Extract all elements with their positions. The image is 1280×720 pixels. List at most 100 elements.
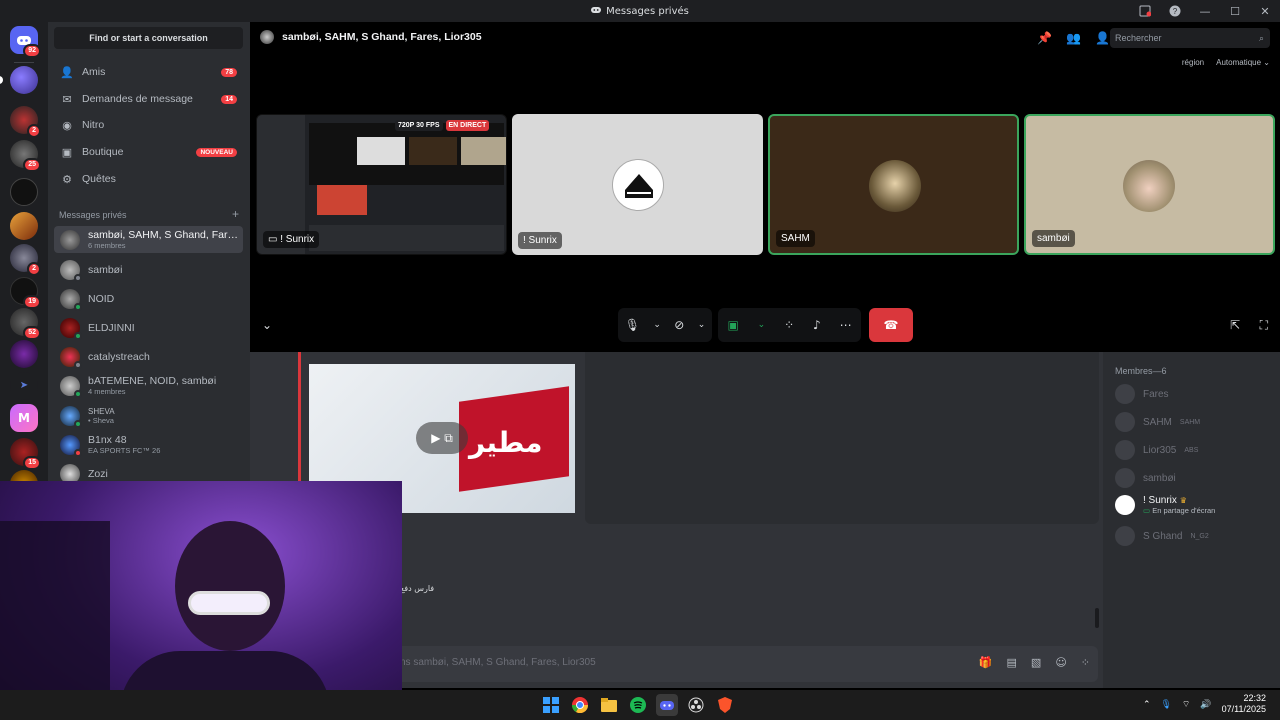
server-icon[interactable]: 15 — [10, 438, 41, 470]
minimize-button[interactable]: — — [1190, 0, 1220, 22]
nav-nitro[interactable]: ◉ Nitro — [54, 113, 243, 137]
member-item[interactable]: S Ghand N_G2 — [1115, 526, 1209, 546]
windows-start-icon[interactable] — [540, 694, 562, 716]
pin-icon[interactable]: 📌 — [1037, 31, 1052, 45]
server-icon[interactable]: 2 — [10, 244, 41, 276]
nav-message-requests[interactable]: ✉ Demandes de message 14 — [54, 87, 243, 111]
dm-item[interactable]: bATEMENE, NOID, sambøi 4 membres — [54, 372, 243, 399]
server-icon[interactable] — [10, 212, 38, 240]
clock[interactable]: 22:32 07/11/2025 — [1222, 693, 1266, 715]
pop-out-icon[interactable]: ⇱ — [1230, 318, 1240, 332]
add-friends-icon[interactable]: 👥 — [1066, 31, 1081, 45]
more-options-icon[interactable]: ⋯ — [840, 318, 852, 332]
chevron-up-icon[interactable]: ⌃ — [1143, 699, 1151, 710]
member-item[interactable]: ! Sunrix ♛ ▭ En partage d'écran — [1115, 495, 1215, 515]
server-icon[interactable]: 2 — [10, 106, 41, 138]
home-button[interactable]: 92 — [10, 26, 41, 58]
member-item[interactable]: Lior305 ABS — [1115, 440, 1198, 460]
nav-quests[interactable]: ⚙ Quêtes — [54, 167, 243, 191]
hang-up-button[interactable]: ☎ — [869, 308, 913, 342]
dm-item[interactable]: B1nx 48 EA SPORTS FC™ 26 — [54, 431, 243, 458]
phone-hangup-icon: ☎ — [883, 318, 899, 332]
nav-friends[interactable]: 👤 Amis 78 — [54, 60, 243, 84]
volume-icon[interactable]: 🔊 — [1200, 699, 1211, 710]
obs-icon[interactable] — [685, 694, 707, 716]
member-item[interactable]: Fares — [1115, 384, 1169, 404]
avatar — [60, 375, 82, 398]
server-icon[interactable]: 25 — [10, 140, 41, 172]
help-icon[interactable]: ? — [1160, 0, 1190, 22]
chrome-icon[interactable] — [569, 694, 591, 716]
create-dm-button[interactable]: + — [232, 208, 239, 220]
activity-controls: ▣ ⌄ ⁘ ♪ ⋯ — [718, 308, 861, 342]
search-input[interactable]: Rechercher ⌕ — [1110, 28, 1270, 48]
participant-tile[interactable]: sambøi — [1024, 114, 1275, 255]
chevron-down-icon[interactable]: ⌄ — [653, 320, 661, 330]
dm-item[interactable]: sambøi, SAHM, S Ghand, Fare... 6 membres — [54, 226, 243, 253]
wifi-icon[interactable]: ⌔ — [1182, 699, 1190, 710]
avatar — [60, 288, 82, 311]
server-icon[interactable] — [0, 66, 38, 94]
server-icon[interactable]: M — [10, 404, 38, 432]
find-conversation-button[interactable]: Find or start a conversation — [54, 27, 243, 49]
region-selector[interactable]: région Automatique ⌄ — [1182, 58, 1270, 67]
emoji-icon[interactable]: ☺ — [1055, 656, 1066, 669]
chevron-down-icon[interactable]: ⌄ — [758, 320, 766, 330]
dm-item[interactable]: SHEVA • Sheva — [54, 402, 243, 429]
fullscreen-icon[interactable]: ⛶ — [1260, 318, 1268, 333]
microphone-tray-icon[interactable]: 🎙 — [1160, 699, 1171, 710]
member-tag: ABS — [1184, 446, 1199, 454]
avatar — [1115, 384, 1135, 404]
play-button[interactable]: ▶ ⧉ — [416, 422, 468, 454]
gift-icon[interactable]: 🎁 — [979, 656, 993, 669]
collapse-chevron-icon[interactable]: ⌄ — [262, 318, 272, 332]
inbox-icon[interactable] — [1130, 0, 1160, 22]
call-header: sambøi, SAHM, S Ghand, Fares, Lior305 — [260, 30, 482, 44]
file-explorer-icon[interactable] — [598, 694, 620, 716]
member-tag: SAHM — [1179, 418, 1201, 426]
dm-section-header: Messages privés + — [59, 208, 239, 220]
server-icon[interactable] — [10, 340, 38, 368]
member-item[interactable]: sambøi — [1115, 468, 1176, 488]
dm-sub: • Sheva — [88, 415, 114, 425]
avatar — [60, 229, 80, 250]
server-icon[interactable]: 52 — [10, 308, 41, 340]
nav-label: Amis — [82, 66, 106, 78]
microphone-icon[interactable]: 🎙 — [625, 318, 640, 332]
brave-icon[interactable] — [714, 694, 736, 716]
participant-tile[interactable]: SAHM — [768, 114, 1019, 255]
nav-label: Quêtes — [82, 173, 116, 185]
shop-icon: ▣ — [61, 146, 73, 159]
members-icon[interactable]: 👤 — [1095, 31, 1110, 45]
chevron-down-icon[interactable]: ⌄ — [698, 320, 706, 330]
scrollbar[interactable] — [1095, 608, 1099, 628]
nav-shop[interactable]: ▣ Boutique NOUVEAU — [54, 140, 243, 164]
apps-icon[interactable]: ⁘ — [1081, 656, 1090, 669]
dm-item[interactable]: NOID — [54, 285, 243, 312]
dm-item[interactable]: catalystreach — [54, 343, 243, 370]
server-icon[interactable]: ➤ — [10, 372, 38, 400]
maximize-button[interactable]: ☐ — [1220, 0, 1250, 22]
chevron-down-icon: ⌄ — [1263, 58, 1270, 67]
close-button[interactable]: ✕ — [1250, 0, 1280, 22]
server-icon[interactable]: 19 — [10, 277, 41, 309]
dm-item[interactable]: sambøi — [54, 256, 243, 283]
screen-share-icon[interactable]: ▣ — [727, 318, 738, 332]
soundboard-icon[interactable]: ♪ — [813, 318, 821, 332]
search-placeholder: Rechercher — [1115, 33, 1162, 43]
spotify-icon[interactable] — [627, 694, 649, 716]
camera-off-icon[interactable]: ⊘ — [674, 318, 684, 332]
participant-tile[interactable]: ! Sunrix — [512, 114, 763, 255]
discord-taskbar-icon[interactable] — [656, 694, 678, 716]
gif-icon[interactable]: ▤ — [1007, 656, 1017, 669]
person-head — [175, 521, 285, 651]
member-item[interactable]: SAHM SAHM — [1115, 412, 1200, 432]
activities-icon[interactable]: ⁘ — [784, 318, 794, 332]
window-title: Messages privés — [606, 5, 689, 17]
sticker-icon[interactable]: ▧ — [1031, 656, 1041, 669]
tile-label: sambøi — [1032, 230, 1075, 247]
server-icon[interactable] — [10, 178, 38, 206]
dm-item[interactable]: ELDJINNI — [54, 314, 243, 341]
stream-tile[interactable]: 720P 30 FPS EN DIRECT ▭ ! Sunrix — [256, 114, 507, 255]
avatar — [60, 259, 82, 282]
